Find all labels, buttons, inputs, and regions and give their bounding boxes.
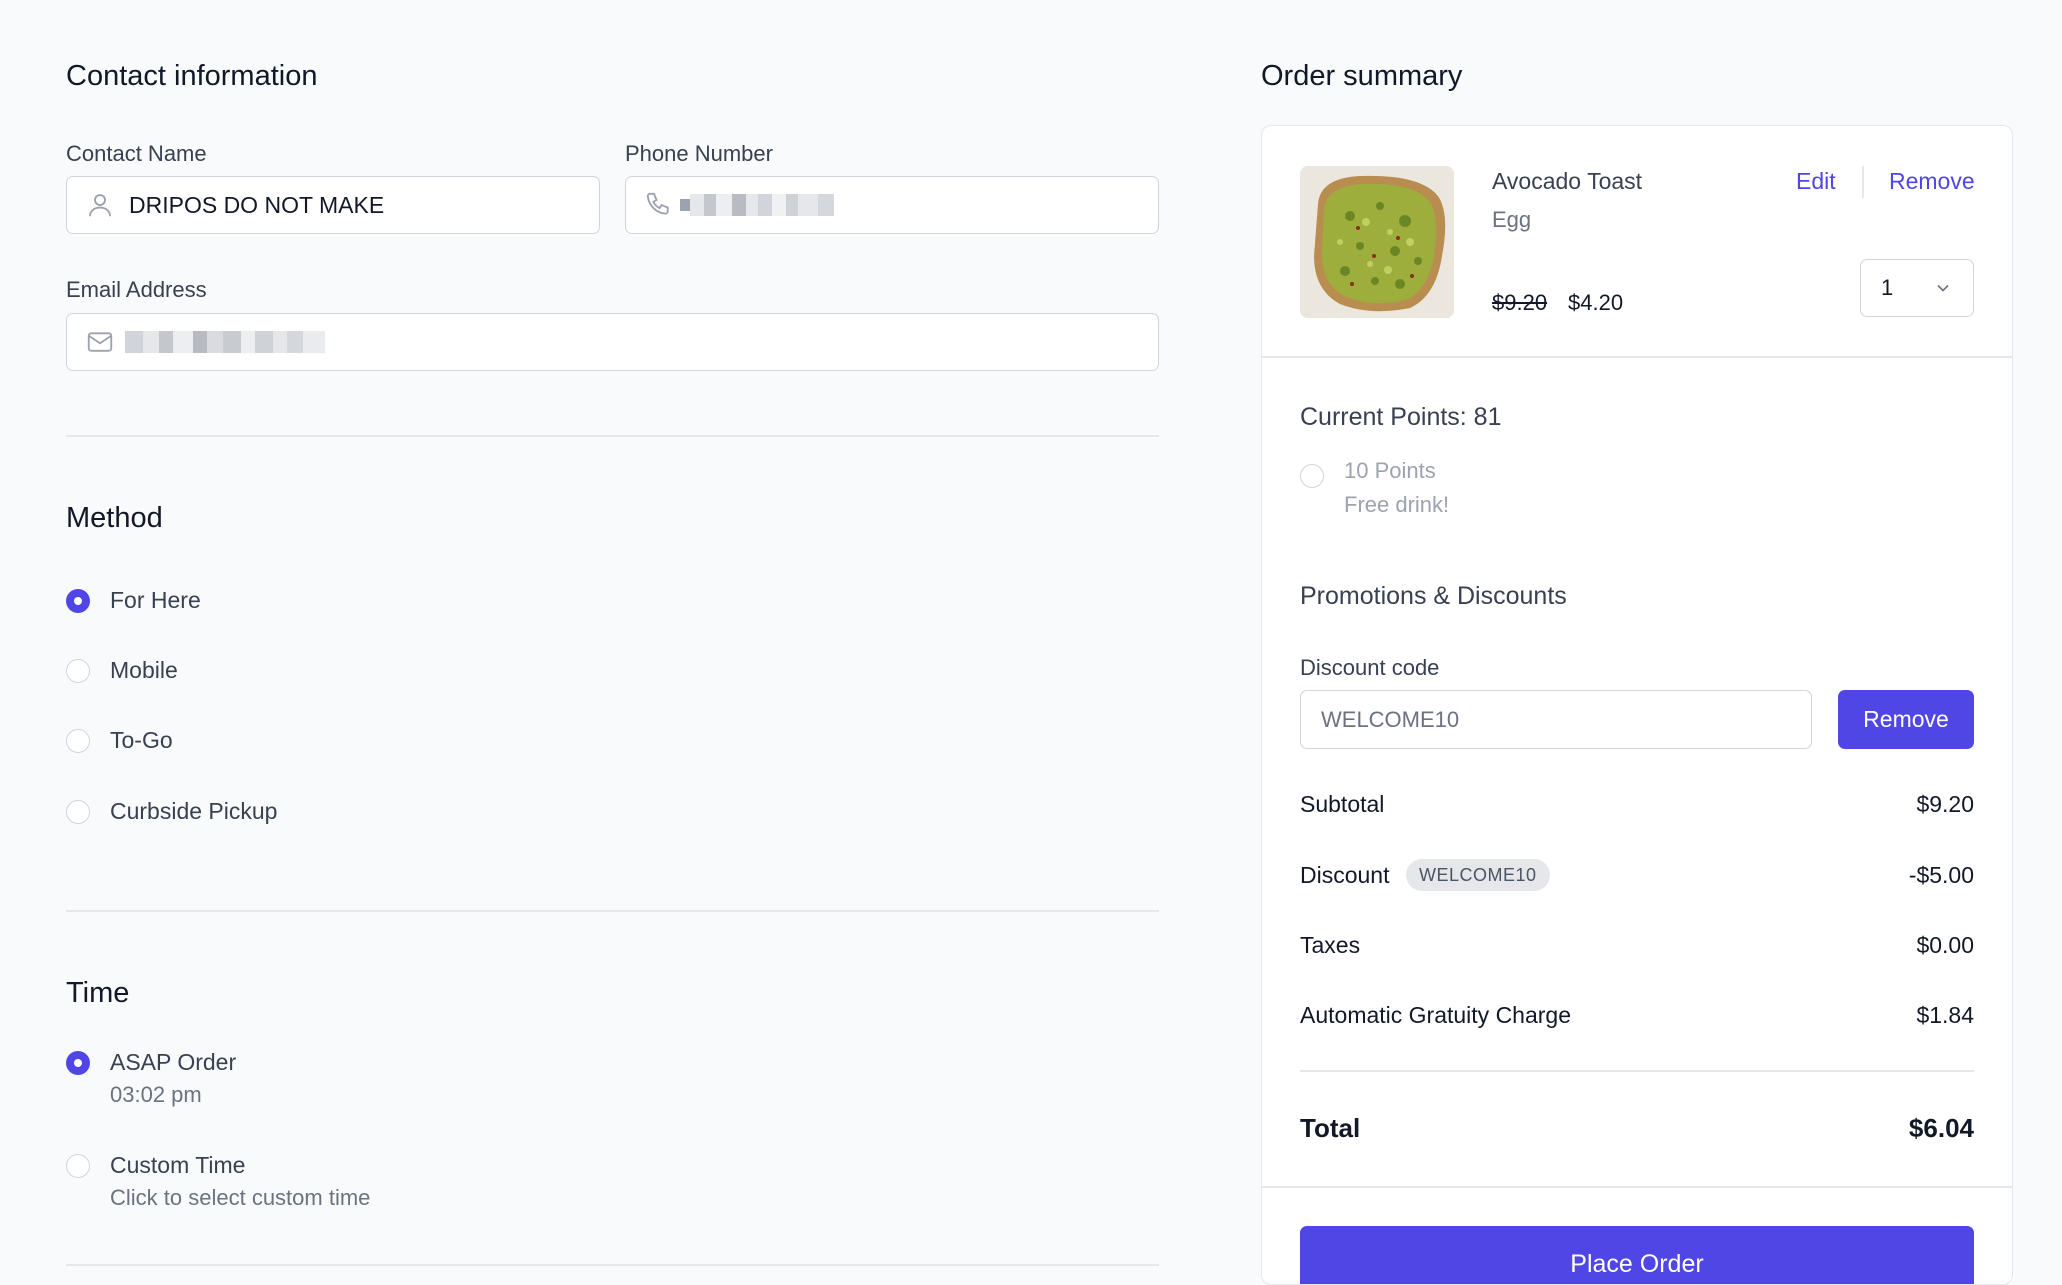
radio-mobile[interactable] — [66, 659, 90, 683]
quantity-value: 1 — [1881, 275, 1894, 300]
place-order-button[interactable]: Place Order — [1300, 1226, 1974, 1284]
quantity-select[interactable]: 1 — [1860, 259, 1974, 317]
method-title: Method — [66, 502, 163, 534]
time-option-sub: 03:02 pm — [110, 1082, 202, 1107]
discount-code-value: WELCOME10 — [1321, 706, 1460, 732]
method-option-curbside[interactable]: Curbside Pickup — [66, 798, 277, 825]
time-option-label: ASAP Order — [110, 1049, 237, 1075]
time-option-sub: Click to select custom time — [110, 1185, 371, 1210]
order-summary-title: Order summary — [1261, 60, 1463, 92]
mail-icon — [87, 332, 113, 352]
reward-description: Free drink! — [1344, 492, 1450, 517]
method-option-label: Curbside Pickup — [110, 798, 278, 824]
divider-contact — [66, 435, 1159, 437]
user-icon — [89, 194, 111, 217]
item-divider — [1262, 356, 2012, 358]
radio-reward[interactable] — [1300, 464, 1324, 488]
phone-redacted — [680, 194, 834, 216]
contact-name-label: Contact Name — [66, 141, 207, 166]
edit-item-link[interactable]: Edit — [1796, 168, 1836, 195]
method-option-label: To-Go — [110, 727, 173, 753]
radio-curbside[interactable] — [66, 800, 90, 824]
radio-for-here[interactable] — [66, 589, 90, 613]
email-redacted — [125, 331, 325, 353]
radio-asap[interactable] — [66, 1051, 90, 1075]
method-option-label: Mobile — [110, 657, 178, 683]
subtotal-value: $9.20 — [1916, 791, 1974, 817]
time-option-custom[interactable]: Custom Time Click to select custom time — [66, 1152, 370, 1211]
email-label: Email Address — [66, 277, 207, 302]
divider-method — [66, 910, 1159, 912]
item-image — [1300, 166, 1454, 318]
gratuity-value: $1.84 — [1916, 1002, 1974, 1028]
item-modifier: Egg — [1492, 207, 1532, 232]
taxes-label: Taxes — [1300, 932, 1361, 958]
total-value: $6.04 — [1908, 1113, 1974, 1143]
taxes-value: $0.00 — [1916, 932, 1974, 958]
total-bottom-divider — [1262, 1186, 2012, 1188]
contact-name-value: DRIPOS DO NOT MAKE — [129, 191, 385, 218]
item-price: $4.20 — [1568, 290, 1624, 315]
item-name: Avocado Toast — [1492, 168, 1643, 194]
discount-code-input[interactable]: WELCOME10 — [1300, 690, 1812, 749]
phone-icon — [646, 192, 669, 215]
time-option-label: Custom Time — [110, 1152, 246, 1178]
method-option-to-go[interactable]: To-Go — [66, 727, 173, 754]
reward-points: 10 Points — [1344, 458, 1436, 483]
phone-field[interactable] — [625, 176, 1159, 234]
radio-custom-time[interactable] — [66, 1154, 90, 1178]
remove-discount-button[interactable]: Remove — [1838, 690, 1974, 749]
remove-item-link[interactable]: Remove — [1889, 168, 1975, 195]
item-original-price: $9.20 — [1492, 290, 1548, 315]
email-field[interactable] — [66, 313, 1159, 371]
method-option-label: For Here — [110, 587, 201, 613]
order-summary-card: Avocado Toast Egg Edit Remove $9.20 $4.2… — [1261, 125, 2013, 1285]
promotions-title: Promotions & Discounts — [1300, 582, 1567, 610]
contact-title: Contact information — [66, 60, 318, 92]
discount-badge: WELCOME10 — [1406, 859, 1550, 891]
divider-time — [66, 1264, 1159, 1266]
radio-to-go[interactable] — [66, 729, 90, 753]
current-points: Current Points: 81 — [1300, 403, 1502, 431]
phone-label: Phone Number — [625, 141, 773, 166]
total-label: Total — [1300, 1113, 1361, 1143]
subtotal-label: Subtotal — [1300, 791, 1385, 817]
item-action-separator — [1862, 166, 1864, 198]
discount-code-label: Discount code — [1300, 655, 1440, 680]
discount-value: -$5.00 — [1908, 862, 1974, 888]
method-option-mobile[interactable]: Mobile — [66, 657, 178, 684]
time-option-asap[interactable]: ASAP Order 03:02 pm — [66, 1049, 236, 1108]
discount-label: Discount — [1300, 862, 1390, 888]
chevron-down-icon — [1937, 284, 1949, 292]
method-option-for-here[interactable]: For Here — [66, 587, 201, 614]
totals-divider — [1300, 1070, 1974, 1072]
avocado-toast-image — [1300, 166, 1454, 318]
gratuity-label: Automatic Gratuity Charge — [1300, 1002, 1572, 1028]
time-title: Time — [66, 977, 130, 1009]
contact-name-field[interactable]: DRIPOS DO NOT MAKE — [66, 176, 600, 234]
reward-option[interactable]: 10 Points Free drink! — [1300, 458, 1449, 518]
